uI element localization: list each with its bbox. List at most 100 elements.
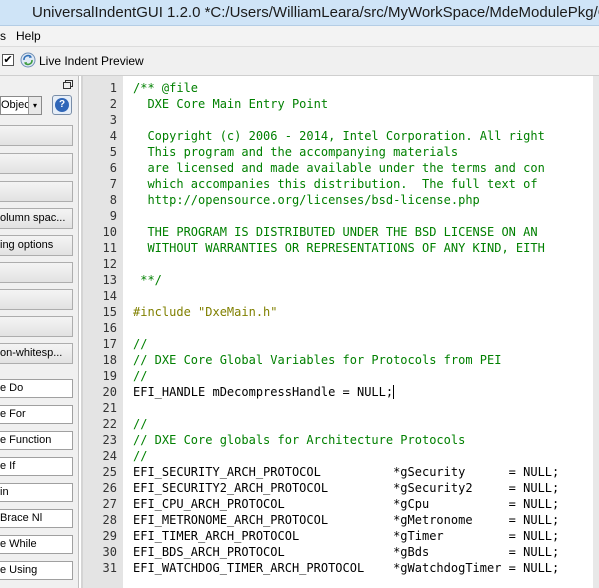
- line-number: 26: [102, 481, 117, 495]
- line-number: 17: [102, 337, 117, 351]
- code-line[interactable]: 24 //: [83, 448, 599, 464]
- text-cursor: [393, 385, 394, 399]
- code-line[interactable]: 31 EFI_WATCHDOG_TIMER_ARCH_PROTOCOL *gWat…: [83, 560, 599, 576]
- code-line[interactable]: 17 //: [83, 336, 599, 352]
- line-number: 2: [109, 97, 117, 111]
- code-line[interactable]: 11 WITHOUT WARRANTIES OR REPRESENTATIONS…: [83, 240, 599, 256]
- code-line[interactable]: 13 **/: [83, 272, 599, 288]
- option-button[interactable]: ing options: [0, 235, 73, 256]
- option-field[interactable]: Brace Nl: [0, 509, 73, 528]
- option-button-label: on-whitesp...: [0, 347, 63, 359]
- option-button[interactable]: [0, 262, 73, 283]
- option-button[interactable]: [0, 153, 73, 174]
- option-field-value: e For: [0, 408, 26, 420]
- line-number: 22: [102, 417, 117, 431]
- code-text: EFI_BDS_ARCH_PROTOCOL *gBds = NULL;: [133, 545, 560, 559]
- code-line[interactable]: 30 EFI_BDS_ARCH_PROTOCOL *gBds = NULL;: [83, 544, 599, 560]
- option-field-value: in: [0, 486, 9, 498]
- option-field[interactable]: in: [0, 483, 73, 502]
- line-number: 3: [109, 113, 117, 127]
- line-number: 14: [102, 289, 117, 303]
- code-line[interactable]: 1 /** @file: [83, 80, 599, 96]
- line-number: 12: [102, 257, 117, 271]
- code-line[interactable]: 7 which accompanies this distribution. T…: [83, 176, 599, 192]
- option-field[interactable]: e Do: [0, 379, 73, 398]
- code-text: EFI_CPU_ARCH_PROTOCOL *gCpu = NULL;: [133, 497, 560, 511]
- help-button[interactable]: ?: [52, 95, 72, 115]
- menu-tools[interactable]: s: [0, 29, 6, 43]
- live-indent-checkbox[interactable]: ✔: [2, 54, 14, 66]
- code-line[interactable]: 19 //: [83, 368, 599, 384]
- chevron-down-icon: ▾: [28, 97, 41, 114]
- menu-bar: s Help: [0, 26, 599, 47]
- option-field[interactable]: e For: [0, 405, 73, 424]
- code-text: http://opensource.org/licenses/bsd-licen…: [133, 193, 480, 207]
- code-line[interactable]: 25 EFI_SECURITY_ARCH_PROTOCOL *gSecurity …: [83, 464, 599, 480]
- code-line[interactable]: 5 This program and the accompanying mate…: [83, 144, 599, 160]
- menu-help[interactable]: Help: [16, 29, 41, 43]
- code-text: Copyright (c) 2006 - 2014, Intel Corpora…: [133, 129, 545, 143]
- float-panel-icon[interactable]: [63, 80, 73, 89]
- line-number: 23: [102, 433, 117, 447]
- vertical-scrollbar[interactable]: [593, 76, 599, 588]
- code-line[interactable]: 20 EFI_HANDLE mDecompressHandle = NULL;: [83, 384, 599, 400]
- option-button-label: ing options: [0, 239, 54, 251]
- code-line[interactable]: 15 #include "DxeMain.h": [83, 304, 599, 320]
- option-field[interactable]: e Using: [0, 561, 73, 580]
- code-text: #include "DxeMain.h": [133, 305, 278, 319]
- line-number: 27: [102, 497, 117, 511]
- code-line[interactable]: 10 THE PROGRAM IS DISTRIBUTED UNDER THE …: [83, 224, 599, 240]
- live-indent-label[interactable]: Live Indent Preview: [39, 54, 144, 68]
- line-number: 31: [102, 561, 117, 575]
- code-line[interactable]: 26 EFI_SECURITY2_ARCH_PROTOCOL *gSecurity…: [83, 480, 599, 496]
- code-text: //: [133, 337, 148, 351]
- line-number: 9: [109, 209, 117, 223]
- option-button[interactable]: [0, 181, 73, 202]
- option-field-value: Brace Nl: [0, 512, 43, 524]
- code-line[interactable]: 4 Copyright (c) 2006 - 2014, Intel Corpo…: [83, 128, 599, 144]
- code-line[interactable]: 9: [83, 208, 599, 224]
- code-text: //: [133, 417, 148, 431]
- option-field-value: e Using: [0, 564, 38, 576]
- option-button[interactable]: [0, 316, 73, 337]
- code-line[interactable]: 14: [83, 288, 599, 304]
- code-line[interactable]: 23 // DXE Core globals for Architecture P…: [83, 432, 599, 448]
- option-field[interactable]: e Function: [0, 431, 73, 450]
- line-number: 25: [102, 465, 117, 479]
- code-text: EFI_WATCHDOG_TIMER_ARCH_PROTOCOL *gWatch…: [133, 561, 560, 575]
- option-field-value: e While: [0, 538, 37, 550]
- line-number: 11: [102, 241, 117, 255]
- code-line[interactable]: 8 http://opensource.org/licenses/bsd-lic…: [83, 192, 599, 208]
- code-line[interactable]: 27 EFI_CPU_ARCH_PROTOCOL *gCpu = NULL;: [83, 496, 599, 512]
- code-line[interactable]: 3: [83, 112, 599, 128]
- code-line[interactable]: 29 EFI_TIMER_ARCH_PROTOCOL *gTimer = NULL…: [83, 528, 599, 544]
- option-field[interactable]: e While: [0, 535, 73, 554]
- option-field[interactable]: e If: [0, 457, 73, 476]
- option-button[interactable]: [0, 125, 73, 146]
- option-button[interactable]: olumn spac...: [0, 208, 73, 229]
- code-line[interactable]: 28 EFI_METRONOME_ARCH_PROTOCOL *gMetronom…: [83, 512, 599, 528]
- code-line[interactable]: 6 are licensed and made available under …: [83, 160, 599, 176]
- code-text: DXE Core Main Entry Point: [133, 97, 329, 111]
- code-line[interactable]: 18 // DXE Core Global Variables for Proto…: [83, 352, 599, 368]
- option-button[interactable]: on-whitesp...: [0, 343, 73, 364]
- line-number: 19: [102, 369, 117, 383]
- line-number: 16: [102, 321, 117, 335]
- code-editor[interactable]: 1/** @file 2 DXE Core Main Entry Point 3 4 …: [81, 76, 599, 588]
- code-line[interactable]: 22 //: [83, 416, 599, 432]
- language-select[interactable]: Objec ▾: [0, 96, 42, 115]
- option-field-value: e Function: [0, 434, 52, 446]
- line-number: 30: [102, 545, 117, 559]
- code-text: EFI_SECURITY2_ARCH_PROTOCOL *gSecurity2 …: [133, 481, 560, 495]
- line-number: 21: [102, 401, 117, 415]
- code-text: EFI_TIMER_ARCH_PROTOCOL *gTimer = NULL;: [133, 529, 560, 543]
- option-button-label: olumn spac...: [0, 212, 66, 224]
- window-title: UniversalIndentGUI 1.2.0 *C:/Users/Willi…: [32, 4, 599, 21]
- code-line[interactable]: 12: [83, 256, 599, 272]
- code-text: //: [133, 449, 148, 463]
- code-line[interactable]: 2 DXE Core Main Entry Point: [83, 96, 599, 112]
- code-line[interactable]: 21: [83, 400, 599, 416]
- option-button[interactable]: [0, 289, 73, 310]
- line-number: 7: [109, 177, 117, 191]
- code-line[interactable]: 16: [83, 320, 599, 336]
